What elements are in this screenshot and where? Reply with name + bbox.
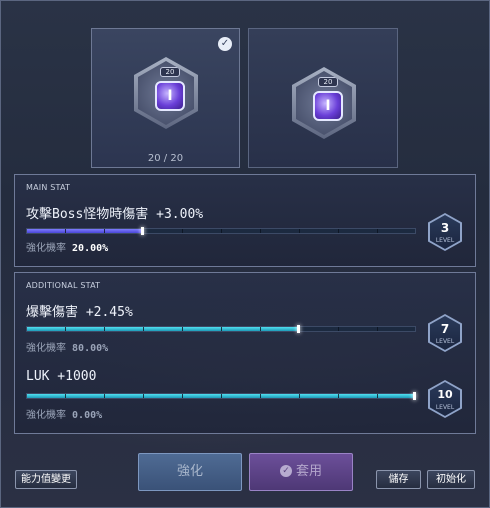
additional-stat-level-1: 7	[440, 322, 450, 336]
apply-button-label: 套用	[295, 464, 322, 479]
additional-stat-rate-value-2: 0.00%	[72, 410, 103, 421]
level-badge-inner: 3 LEVEL	[430, 215, 460, 249]
additional-stat-rate-value-1: 80.00%	[72, 343, 109, 354]
item-level-badge: 20	[160, 67, 180, 77]
preview-hex-icon: 20 I	[292, 67, 356, 139]
additional-stat-level-label-1: LEVEL	[435, 338, 455, 345]
item-hex-inner: 20 I	[138, 61, 194, 125]
bar-segments	[27, 394, 415, 398]
main-stat-rate: 強化機率 20.00%	[26, 239, 108, 254]
violet-gem-icon: I	[155, 81, 185, 111]
current-item-slot[interactable]: ✓ 20 I 20 / 20	[91, 28, 240, 168]
initialize-button[interactable]: 初始化	[427, 470, 475, 489]
item-hex-icon: 20 I	[134, 57, 198, 129]
level-badge-inner: 7 LEVEL	[430, 316, 460, 350]
additional-stat-level-2: 10	[437, 388, 453, 401]
additional-stat-rate-label-2: 強化機率	[26, 410, 66, 421]
violet-gem-icon: I	[313, 91, 343, 121]
additional-stat-text-2: LUK +1000	[26, 369, 97, 384]
main-stat-title: MAIN STAT	[26, 183, 71, 192]
apply-button[interactable]: ✓ 套用	[249, 453, 353, 491]
level-badge-inner: 10 LEVEL	[430, 382, 460, 416]
additional-stat-progress-marker-1	[296, 325, 300, 333]
additional-stat-progress-marker-2	[413, 392, 416, 400]
save-button[interactable]: 儲存	[376, 470, 421, 489]
additional-stat-title: ADDITIONAL STAT	[26, 281, 101, 290]
main-stat-text: 攻擊Boss怪物時傷害 +3.00%	[26, 207, 204, 222]
additional-stat-level-label-2: LEVEL	[435, 404, 455, 411]
additional-stat-progress-bar-1	[26, 325, 416, 333]
main-stat-progress-bar	[26, 227, 416, 235]
strengthen-button[interactable]: 強化	[138, 453, 242, 491]
main-stat-panel: MAIN STAT 攻擊Boss怪物時傷害 +3.00% 強化機率 20.00%…	[14, 174, 476, 267]
additional-stat-rate-1: 強化機率 80.00%	[26, 339, 108, 354]
main-stat-rate-value: 20.00%	[72, 243, 109, 254]
additional-stat-level-badge-1: 7 LEVEL	[428, 314, 462, 352]
main-stat-progress-marker	[141, 227, 145, 235]
preview-item-slot[interactable]: 20 I	[248, 28, 398, 168]
preview-hex-inner: 20 I	[296, 71, 352, 135]
item-count: 20 / 20	[147, 153, 184, 164]
bar-segments	[27, 327, 415, 331]
additional-stat-rate-2: 強化機率 0.00%	[26, 406, 102, 421]
additional-stat-progress-bar-2	[26, 392, 416, 400]
additional-stat-text-1: 爆擊傷害 +2.45%	[26, 305, 133, 320]
main-stat-level-badge: 3 LEVEL	[428, 213, 462, 251]
check-circle-icon: ✓	[218, 37, 232, 51]
stat-change-button[interactable]: 能力值變更	[15, 470, 77, 489]
main-stat-level: 3	[440, 221, 450, 235]
additional-stat-level-badge-2: 10 LEVEL	[428, 380, 462, 418]
additional-stat-rate-label-1: 強化機率	[26, 343, 66, 354]
main-stat-rate-label: 強化機率	[26, 243, 66, 254]
main-stat-level-label: LEVEL	[435, 237, 455, 244]
preview-level-badge: 20	[318, 77, 338, 87]
bar-segments	[27, 229, 415, 233]
check-circle-icon: ✓	[279, 464, 292, 477]
additional-stat-panel: ADDITIONAL STAT 爆擊傷害 +2.45% 強化機率 80.00% …	[14, 272, 476, 434]
